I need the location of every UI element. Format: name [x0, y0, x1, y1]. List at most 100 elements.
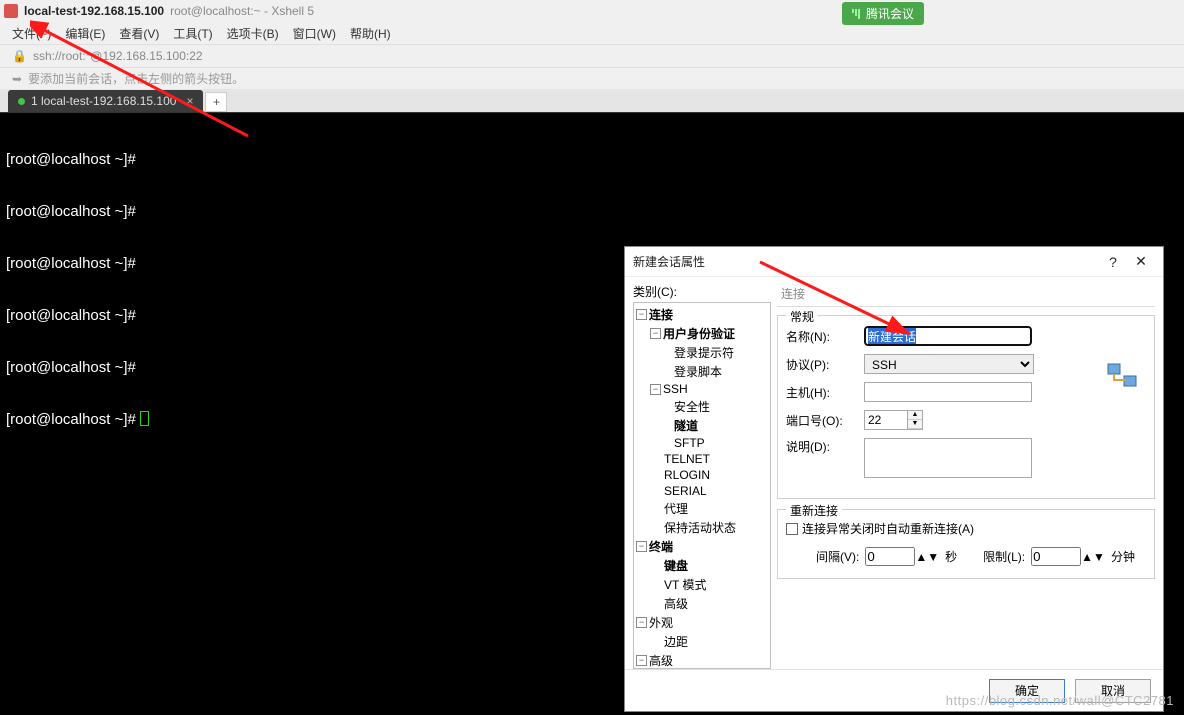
tree-security[interactable]: 安全性	[674, 398, 710, 415]
port-input[interactable]	[864, 410, 908, 430]
reconnect-group: 重新连接 连接异常关闭时自动重新连接(A) 间隔(V): ▲▼ 秒 限制(L):…	[777, 509, 1155, 579]
signal-icon	[852, 9, 860, 19]
spin-down-icon[interactable]: ▼	[1093, 550, 1105, 564]
category-label: 类别(C):	[633, 283, 771, 300]
right-pane-header: 连接	[777, 283, 1155, 307]
close-tab-icon[interactable]: ×	[186, 94, 193, 108]
dialog-title: 新建会话属性	[633, 253, 705, 270]
add-tab-button[interactable]: +	[205, 92, 227, 112]
dialog-titlebar: 新建会话属性 ? ✕	[625, 247, 1163, 277]
menu-tools[interactable]: 工具(T)	[173, 25, 212, 42]
minutes-label: 分钟	[1111, 548, 1135, 565]
general-group-title: 常规	[786, 308, 818, 325]
seconds-label: 秒	[945, 548, 957, 565]
tree-keyboard[interactable]: 键盘	[664, 557, 688, 574]
host-input[interactable]	[864, 382, 1032, 402]
window-title-bold: local-test-192.168.15.100	[24, 4, 164, 18]
menu-window[interactable]: 窗口(W)	[293, 25, 336, 42]
host-label: 主机(H):	[786, 384, 864, 401]
tencent-meeting-label: 腾讯会议	[866, 5, 914, 22]
spin-down-icon[interactable]: ▼	[908, 420, 922, 429]
tree-login-script[interactable]: 登录脚本	[674, 363, 722, 380]
session-hint-text: 要添加当前会话，点击左侧的箭头按钮。	[28, 70, 244, 87]
session-tab-bar: 1 local-test-192.168.15.100 × +	[0, 89, 1184, 113]
name-input[interactable]	[864, 326, 1032, 346]
spin-up-icon[interactable]: ▲	[915, 550, 927, 564]
terminal-line: [root@localhost ~]#	[6, 203, 1178, 221]
tree-tunnel[interactable]: 隧道	[674, 417, 698, 434]
session-tab-active[interactable]: 1 local-test-192.168.15.100 ×	[8, 90, 203, 112]
status-dot-icon	[18, 98, 25, 105]
new-session-dialog: 新建会话属性 ? ✕ 类别(C): −连接 −用户身份验证 登录提示符 登录脚本…	[624, 246, 1164, 712]
tree-login-prompt[interactable]: 登录提示符	[674, 344, 734, 361]
window-titlebar: local-test-192.168.15.100 root@localhost…	[0, 0, 1184, 22]
add-session-icon[interactable]: ➥	[12, 72, 22, 86]
tree-serial[interactable]: SERIAL	[664, 484, 707, 498]
tree-collapse-icon[interactable]: −	[636, 309, 647, 320]
spin-up-icon[interactable]: ▲	[1081, 550, 1093, 564]
dialog-right-pane: 连接 常规 名称(N): 协议(P):SSH 主机(H): 端口号(O): ▲▼…	[777, 283, 1155, 669]
session-hint-bar: ➥ 要添加当前会话，点击左侧的箭头按钮。	[0, 67, 1184, 89]
desc-label: 说明(D):	[786, 438, 864, 455]
tree-ssh[interactable]: SSH	[663, 382, 688, 396]
tree-terminal[interactable]: 终端	[649, 538, 673, 555]
limit-label: 限制(L):	[983, 548, 1025, 565]
menu-help[interactable]: 帮助(H)	[350, 25, 391, 42]
dialog-close-button[interactable]: ✕	[1127, 253, 1155, 270]
tree-telnet[interactable]: TELNET	[664, 452, 710, 466]
tree-connection[interactable]: 连接	[649, 306, 673, 323]
interval-spinner[interactable]: ▲▼	[865, 547, 939, 566]
limit-input[interactable]	[1031, 547, 1081, 566]
protocol-label: 协议(P):	[786, 356, 864, 373]
tree-adv1[interactable]: 高级	[664, 595, 688, 612]
port-spinner[interactable]: ▲▼	[864, 410, 923, 430]
connection-icon	[1106, 362, 1138, 390]
toolbar-area: 🔒 ssh://root:*@192.168.15.100:22 ➥ 要添加当前…	[0, 44, 1184, 89]
protocol-select[interactable]: SSH	[864, 354, 1034, 374]
reconnect-group-title: 重新连接	[786, 502, 842, 519]
terminal-cursor-icon	[140, 411, 149, 426]
tree-advanced[interactable]: 高级	[649, 652, 673, 669]
checkbox-icon	[786, 523, 798, 535]
session-tab-label: 1 local-test-192.168.15.100	[31, 94, 176, 108]
tree-collapse-icon[interactable]: −	[636, 655, 647, 666]
window-title-rest: root@localhost:~ - Xshell 5	[170, 4, 314, 18]
interval-input[interactable]	[865, 547, 915, 566]
plus-icon: +	[213, 95, 220, 109]
tree-sftp[interactable]: SFTP	[674, 436, 705, 450]
spin-down-icon[interactable]: ▼	[927, 550, 939, 564]
auto-reconnect-label: 连接异常关闭时自动重新连接(A)	[802, 520, 974, 537]
address-text: ssh://root:*@192.168.15.100:22	[33, 49, 203, 63]
tree-auth[interactable]: 用户身份验证	[663, 325, 735, 342]
interval-label: 间隔(V):	[816, 548, 859, 565]
tree-keepalive[interactable]: 保持活动状态	[664, 519, 736, 536]
category-tree[interactable]: −连接 −用户身份验证 登录提示符 登录脚本 −SSH 安全性 隧道 SFTP …	[633, 302, 771, 669]
name-label: 名称(N):	[786, 328, 864, 345]
tree-margin[interactable]: 边距	[664, 633, 688, 650]
menu-tabs[interactable]: 选项卡(B)	[227, 25, 279, 42]
menu-file[interactable]: 文件(F)	[12, 25, 51, 42]
dialog-help-button[interactable]: ?	[1099, 254, 1127, 270]
watermark-text: https://blog.csdn.net/wall@CTC2781	[946, 693, 1174, 708]
general-group: 常规 名称(N): 协议(P):SSH 主机(H): 端口号(O): ▲▼ 说明…	[777, 315, 1155, 499]
tree-collapse-icon[interactable]: −	[636, 541, 647, 552]
menu-bar: 文件(F) 编辑(E) 查看(V) 工具(T) 选项卡(B) 窗口(W) 帮助(…	[0, 22, 1184, 44]
tree-appearance[interactable]: 外观	[649, 614, 673, 631]
description-textarea[interactable]	[864, 438, 1032, 478]
tree-collapse-icon[interactable]: −	[650, 384, 661, 395]
tree-proxy[interactable]: 代理	[664, 500, 688, 517]
tree-vt[interactable]: VT 模式	[664, 576, 706, 593]
auto-reconnect-checkbox[interactable]: 连接异常关闭时自动重新连接(A)	[786, 520, 1146, 537]
tree-rlogin[interactable]: RLOGIN	[664, 468, 710, 482]
tree-collapse-icon[interactable]: −	[650, 328, 661, 339]
lock-icon: 🔒	[12, 49, 27, 63]
dialog-left-pane: 类别(C): −连接 −用户身份验证 登录提示符 登录脚本 −SSH 安全性 隧…	[633, 283, 771, 669]
tencent-meeting-button[interactable]: 腾讯会议	[842, 2, 924, 25]
tree-collapse-icon[interactable]: −	[636, 617, 647, 628]
address-bar[interactable]: 🔒 ssh://root:*@192.168.15.100:22	[0, 45, 1184, 67]
spin-up-icon[interactable]: ▲	[908, 411, 922, 420]
limit-spinner[interactable]: ▲▼	[1031, 547, 1105, 566]
menu-edit[interactable]: 编辑(E)	[65, 25, 105, 42]
port-label: 端口号(O):	[786, 412, 864, 429]
menu-view[interactable]: 查看(V)	[119, 25, 159, 42]
